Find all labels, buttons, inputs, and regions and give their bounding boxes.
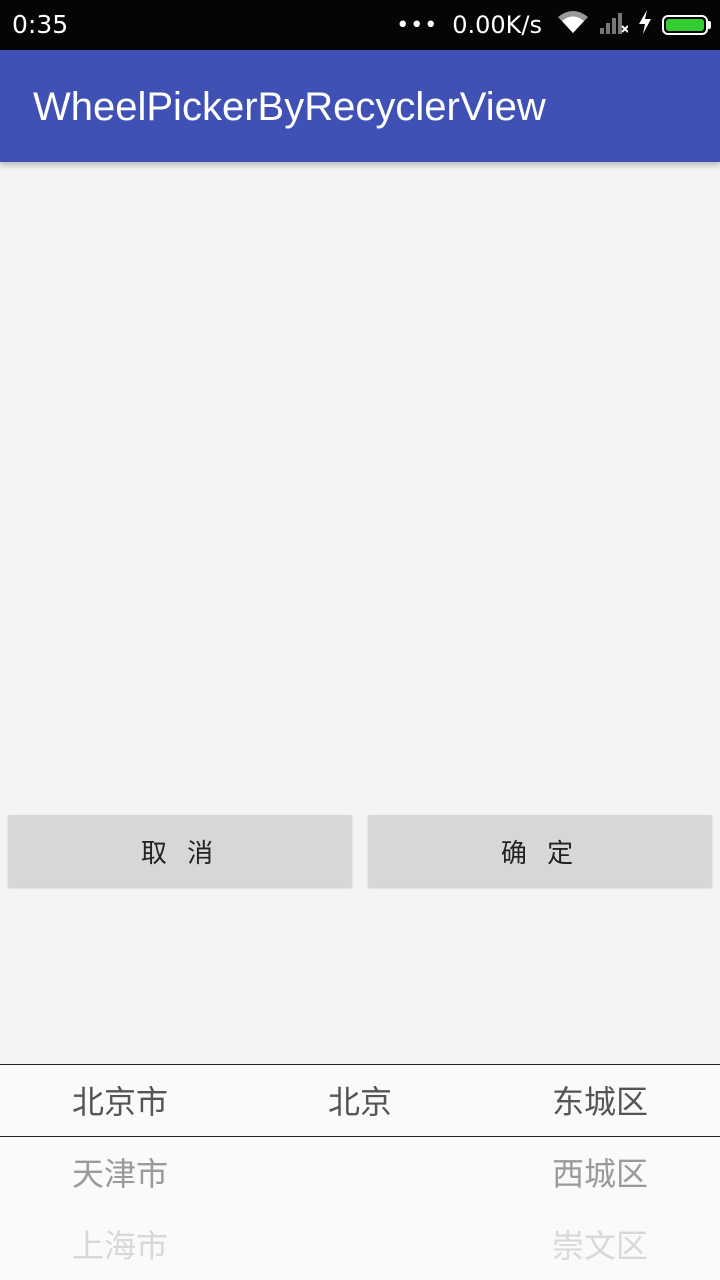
city-item[interactable]: 北京: [240, 1064, 480, 1136]
charging-icon: [638, 10, 652, 40]
province-wheel[interactable]: 北京市 天津市 上海市: [0, 1064, 240, 1280]
battery-icon: [662, 15, 711, 35]
picker-selection-bottom-line: [0, 1136, 720, 1137]
notification-dots: •••: [396, 12, 439, 38]
province-item[interactable]: 上海市: [0, 1208, 240, 1280]
status-icons: ••• 0.00K/s: [396, 9, 711, 41]
signal-icon: [600, 10, 629, 40]
app-title: WheelPickerByRecyclerView: [33, 85, 546, 129]
city-wheel[interactable]: 北京: [240, 1064, 480, 1136]
picker-selection-top-line: [0, 1064, 720, 1065]
district-item[interactable]: 崇文区: [480, 1208, 720, 1280]
confirm-button[interactable]: 确 定: [368, 815, 712, 887]
province-item[interactable]: 北京市: [0, 1064, 240, 1136]
network-speed: 0.00K/s: [452, 11, 542, 39]
status-time: 0:35: [12, 10, 69, 39]
district-item[interactable]: 西城区: [480, 1136, 720, 1208]
app-bar: WheelPickerByRecyclerView: [0, 50, 720, 162]
wifi-icon: [556, 9, 590, 41]
province-item[interactable]: 天津市: [0, 1136, 240, 1208]
district-item[interactable]: 东城区: [480, 1064, 720, 1136]
battery-level: [666, 19, 704, 31]
status-bar: 0:35 ••• 0.00K/s: [0, 0, 720, 50]
district-wheel[interactable]: 东城区 西城区 崇文区: [480, 1064, 720, 1280]
cancel-button[interactable]: 取 消: [8, 815, 352, 887]
wheel-picker: 北京市 天津市 上海市 北京 东城区 西城区 崇文区: [0, 1064, 720, 1280]
